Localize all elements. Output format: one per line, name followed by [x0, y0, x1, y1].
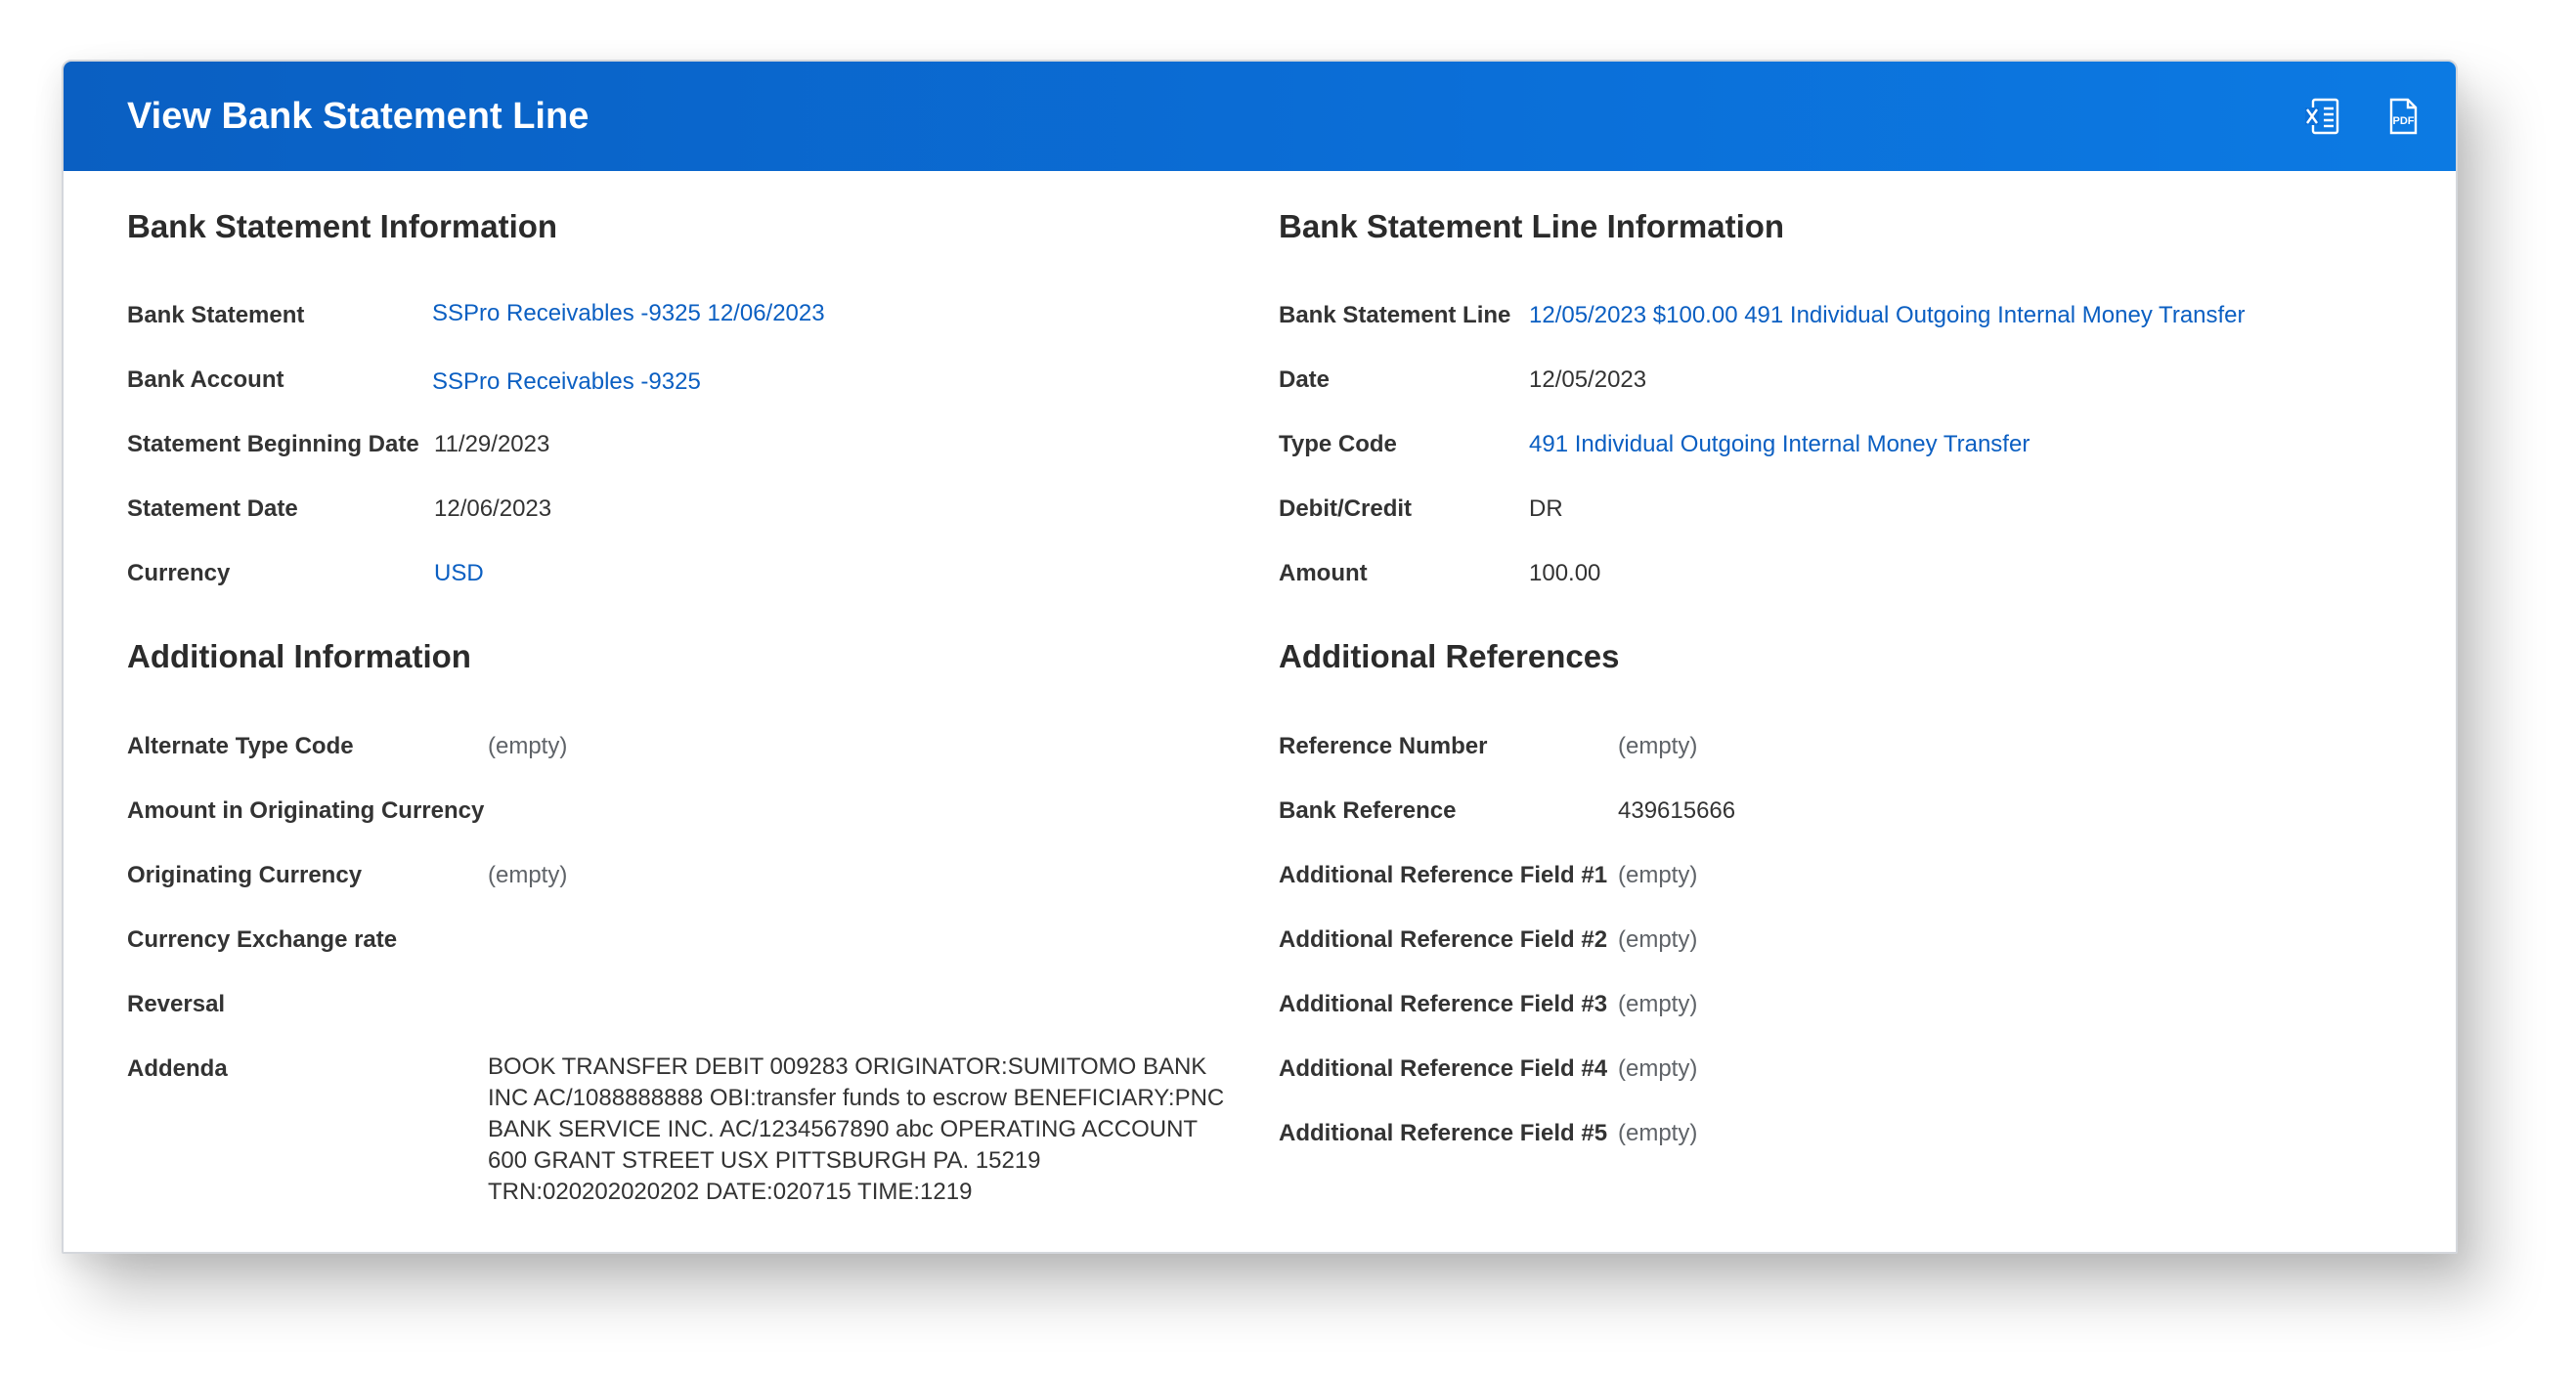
amount-in-originating-currency-label: Amount in Originating Currency [127, 797, 485, 824]
currency-link[interactable]: USD [434, 560, 484, 587]
statement-beginning-date-label: Statement Beginning Date [127, 431, 419, 457]
debit-credit-label: Debit/Credit [1279, 495, 1413, 522]
currency-exchange-rate-label: Currency Exchange rate [127, 926, 398, 953]
additional-reference-field-5-label: Additional Reference Field #5 [1279, 1120, 1608, 1146]
alternate-type-code-label: Alternate Type Code [127, 733, 354, 759]
originating-currency-label: Originating Currency [127, 862, 363, 888]
additional-reference-field-2-value: (empty) [1618, 926, 1698, 953]
debit-credit-value: DR [1529, 495, 1563, 522]
bank-account-label: Bank Account [127, 366, 284, 393]
reference-number-value: (empty) [1618, 733, 1698, 759]
additional-references-heading: Additional References [1279, 638, 1620, 674]
bank-statement-line-card: View Bank Statement Line PDF Bank Statem… [62, 60, 2458, 1254]
additional-reference-field-2-label: Additional Reference Field #2 [1279, 926, 1608, 953]
additional-reference-field-5-value: (empty) [1618, 1120, 1698, 1146]
additional-reference-field-1-value: (empty) [1618, 862, 1698, 888]
additional-reference-field-4-value: (empty) [1618, 1055, 1698, 1082]
additional-information-heading: Additional Information [127, 638, 471, 674]
page-header: View Bank Statement Line PDF [64, 62, 2456, 171]
bank-statement-line-information-heading: Bank Statement Line Information [1279, 208, 1785, 244]
addenda-label: Addenda [127, 1055, 228, 1082]
type-code-link[interactable]: 491 Individual Outgoing Internal Money T… [1529, 431, 2030, 458]
additional-reference-field-1-label: Additional Reference Field #1 [1279, 862, 1608, 888]
date-value: 12/05/2023 [1529, 366, 1647, 393]
statement-beginning-date-value: 11/29/2023 [434, 431, 550, 457]
bank-statement-line-link[interactable]: 12/05/2023 $100.00 491 Individual Outgoi… [1529, 302, 2246, 329]
originating-currency-value: (empty) [488, 862, 568, 888]
export-pdf-icon[interactable]: PDF [2382, 96, 2422, 137]
statement-date-label: Statement Date [127, 495, 298, 522]
additional-reference-field-3-label: Additional Reference Field #3 [1279, 991, 1608, 1017]
statement-date-value: 12/06/2023 [434, 495, 552, 522]
date-label: Date [1279, 366, 1331, 393]
currency-label: Currency [127, 560, 231, 586]
amount-value: 100.00 [1529, 560, 1601, 586]
bank-statement-link[interactable]: SSPro Receivables -9325 12/06/2023 [432, 300, 825, 327]
bank-account-link[interactable]: SSPro Receivables -9325 [432, 368, 701, 396]
additional-reference-field-4-label: Additional Reference Field #4 [1279, 1055, 1608, 1082]
reference-number-label: Reference Number [1279, 733, 1488, 759]
alternate-type-code-value: (empty) [488, 733, 568, 759]
bank-reference-label: Bank Reference [1279, 797, 1457, 824]
bank-statement-line-label: Bank Statement Line [1279, 302, 1511, 328]
bank-reference-value: 439615666 [1618, 797, 1736, 824]
type-code-label: Type Code [1279, 431, 1397, 457]
amount-label: Amount [1279, 560, 1368, 586]
export-excel-icon[interactable] [2302, 96, 2341, 137]
bank-statement-label: Bank Statement [127, 302, 305, 328]
reversal-label: Reversal [127, 991, 226, 1017]
additional-reference-field-3-value: (empty) [1618, 991, 1698, 1017]
page-title: View Bank Statement Line [127, 96, 589, 137]
addenda-value: BOOK TRANSFER DEBIT 009283 ORIGINATOR:SU… [488, 1053, 1225, 1205]
bank-statement-information-heading: Bank Statement Information [127, 208, 558, 244]
pdf-icon-text: PDF [2393, 115, 2415, 127]
